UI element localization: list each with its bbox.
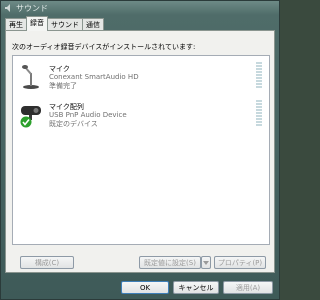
set-default-button[interactable]: 既定値に設定(S) xyxy=(139,256,201,269)
level-meter xyxy=(255,62,263,90)
properties-button[interactable]: プロパティ(P) xyxy=(214,256,266,269)
apply-button[interactable]: 適用(A) xyxy=(223,281,273,294)
level-meter xyxy=(255,100,263,128)
ok-button[interactable]: OK xyxy=(121,281,169,294)
sound-dialog: サウンド 再生 録音 サウンド 通信 次のオーディオ録音デバイスがインストールさ… xyxy=(0,0,280,300)
device-item-microphone[interactable]: マイク Conexant SmartAudio HD 準備完了 xyxy=(13,62,269,100)
set-default-dropdown[interactable] xyxy=(201,256,211,269)
speaker-icon xyxy=(5,4,13,12)
device-status: 準備完了 xyxy=(49,82,77,90)
recording-panel: 次のオーディオ録音デバイスがインストールされています: マイク Conexant… xyxy=(5,30,275,273)
cancel-button[interactable]: キャンセル xyxy=(173,281,219,294)
configure-button[interactable]: 構成(C) xyxy=(20,256,74,269)
microphone-icon xyxy=(19,64,43,90)
device-description: USB PnP Audio Device xyxy=(49,111,127,119)
default-device-check-icon xyxy=(20,116,32,128)
device-status: 既定のデバイス xyxy=(49,120,98,128)
title-bar[interactable]: サウンド xyxy=(1,1,279,15)
device-list: マイク Conexant SmartAudio HD 準備完了 マイク配列 US… xyxy=(12,55,270,245)
device-item-microphone-array[interactable]: マイク配列 USB PnP Audio Device 既定のデバイス xyxy=(13,100,269,138)
tab-strip: 再生 録音 サウンド 通信 xyxy=(5,16,104,31)
device-description: Conexant SmartAudio HD xyxy=(49,73,139,81)
chevron-down-icon xyxy=(203,258,209,267)
window-title: サウンド xyxy=(16,3,48,13)
instructions-text: 次のオーディオ録音デバイスがインストールされています: xyxy=(12,43,196,51)
tab-recording[interactable]: 録音 xyxy=(26,16,48,31)
